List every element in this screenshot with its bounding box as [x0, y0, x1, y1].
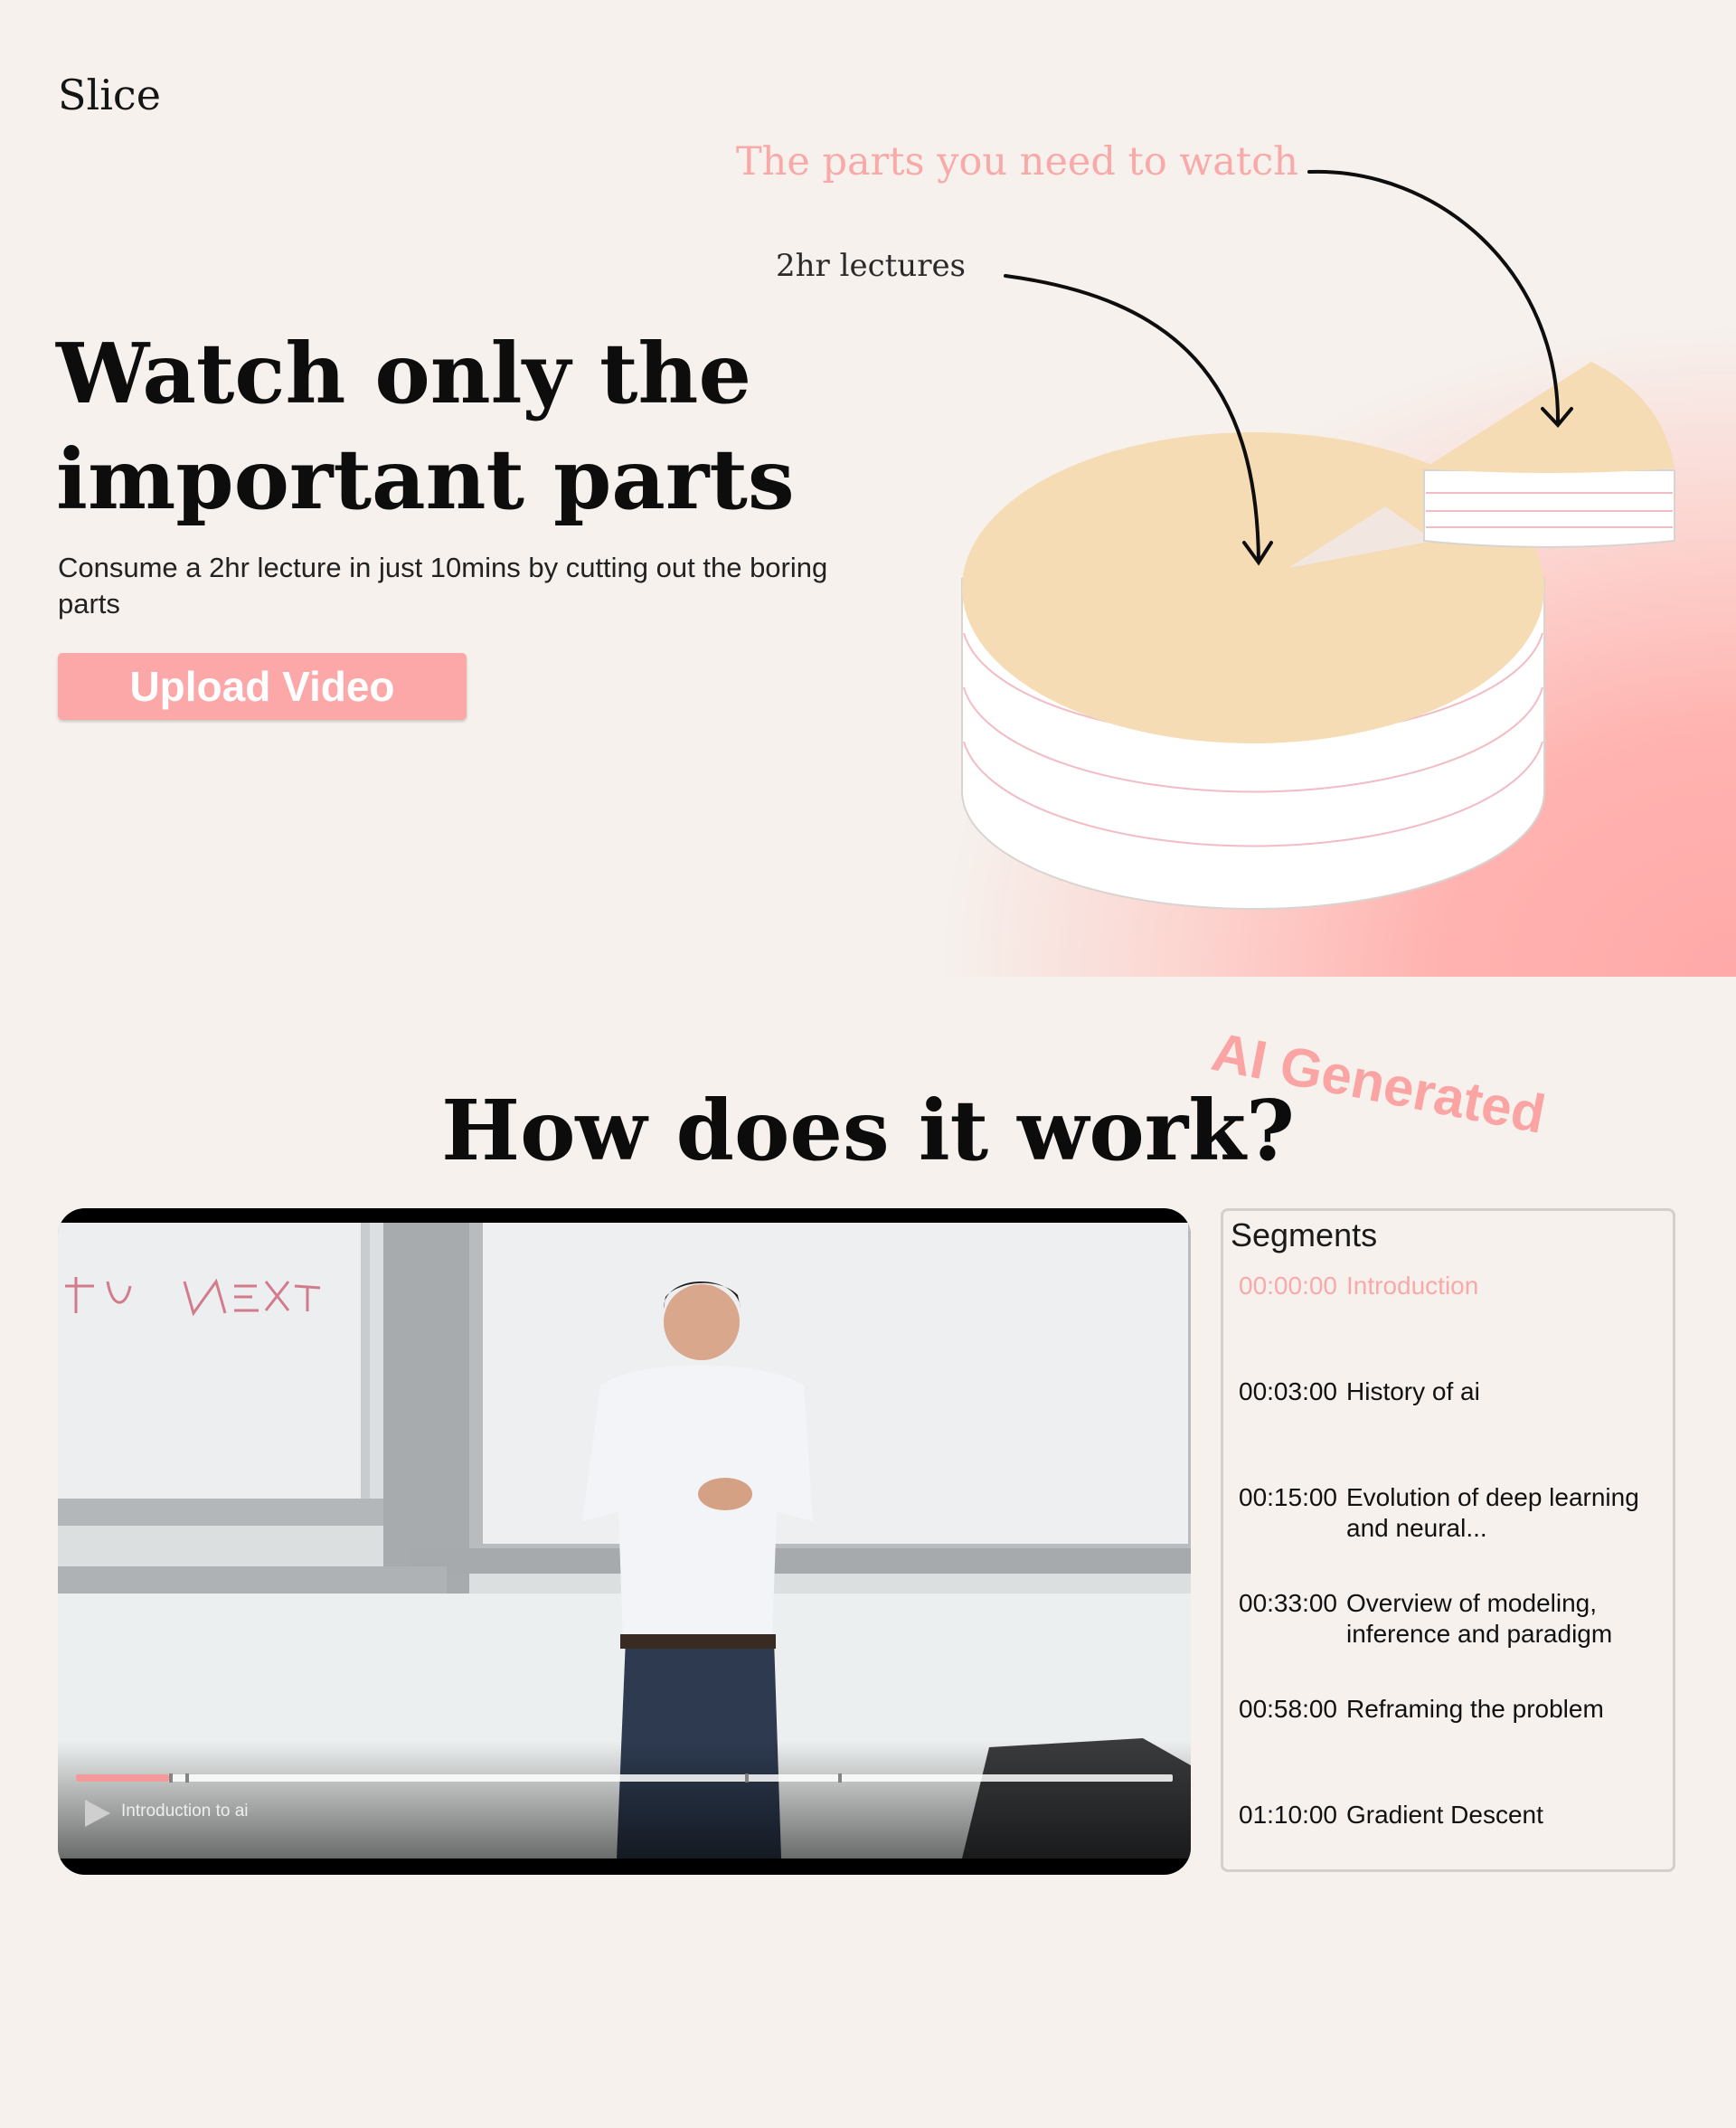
segment-time: 00:00:00 — [1239, 1272, 1337, 1300]
segment-label: Overview of modeling, inference and para… — [1346, 1589, 1613, 1648]
video-controls-shade — [58, 1741, 1191, 1858]
segment-marker — [169, 1773, 174, 1783]
segment-label: Evolution of deep learning and neural... — [1346, 1483, 1639, 1542]
segment-label: History of ai — [1346, 1377, 1480, 1405]
annotation-lectures: 2hr lectures — [776, 248, 967, 284]
video-player[interactable]: Introduction to ai — [58, 1208, 1191, 1875]
segment-label: Introduction — [1346, 1272, 1479, 1300]
progress-bar[interactable] — [76, 1773, 1173, 1783]
segment-time: 01:10:00 — [1239, 1801, 1337, 1829]
segment-time: 00:15:00 — [1239, 1483, 1337, 1511]
segment-time: 00:03:00 — [1239, 1377, 1337, 1405]
segment-label: Gradient Descent — [1346, 1801, 1543, 1829]
segment-item[interactable]: 00:00:00 Introduction — [1239, 1271, 1664, 1301]
segments-heading: Segments — [1231, 1216, 1378, 1253]
arrow-to-slice — [1307, 169, 1573, 429]
segments-panel: Segments 00:00:00 Introduction 00:03:00 … — [1221, 1208, 1675, 1872]
annotation-parts: The parts you need to watch — [736, 139, 1298, 184]
segment-marker — [744, 1773, 749, 1783]
segment-item[interactable]: 00:33:00 Overview of modeling, inference… — [1239, 1588, 1664, 1650]
segment-item[interactable]: 01:10:00 Gradient Descent — [1239, 1800, 1664, 1830]
segment-item[interactable]: 00:03:00 History of ai — [1239, 1376, 1664, 1407]
progress-played — [76, 1774, 170, 1782]
segment-time: 00:33:00 — [1239, 1589, 1337, 1617]
segment-item[interactable]: 00:15:00 Evolution of deep learning and … — [1239, 1482, 1664, 1544]
hero-section: Slice Watch only the important parts Con… — [0, 0, 1736, 977]
play-icon[interactable] — [83, 1798, 112, 1829]
segment-label: Reframing the problem — [1346, 1695, 1604, 1723]
segment-marker — [185, 1773, 190, 1783]
segment-marker — [838, 1773, 843, 1783]
video-title: Introduction to ai — [121, 1802, 249, 1821]
segment-time: 00:58:00 — [1239, 1695, 1337, 1723]
segment-item[interactable]: 00:58:00 Reframing the problem — [1239, 1694, 1664, 1725]
